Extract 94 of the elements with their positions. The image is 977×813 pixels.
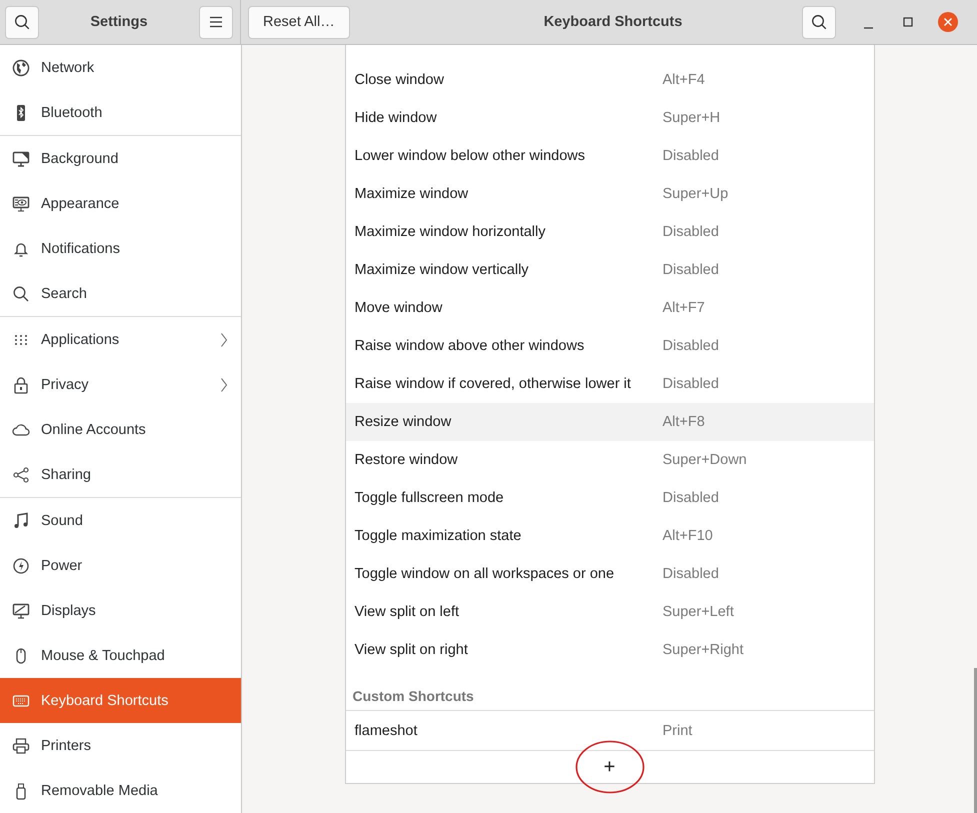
shortcut-keys: Super+Left (662, 604, 864, 620)
shortcut-name: Hide window (354, 110, 438, 126)
shortcut-name: Lower window below other windows (354, 148, 586, 164)
shortcut-name: Move window (354, 300, 444, 316)
shortcut-row[interactable]: Maximize window Super+Up (346, 175, 874, 213)
shortcut-name: Toggle maximization state (354, 528, 522, 544)
shortcut-keys: Super+Down (662, 452, 864, 468)
sidebar-item[interactable]: Displays (0, 588, 241, 633)
sidebar-item[interactable]: Sharing (0, 452, 241, 497)
printer-icon (12, 736, 30, 754)
shortcut-keys: Super+Up (662, 186, 864, 202)
add-shortcut-button[interactable]: + (600, 756, 620, 778)
shortcut-row[interactable]: Resize window Alt+F8 (346, 403, 874, 441)
scrollbar[interactable] (974, 668, 977, 813)
sidebar-item[interactable]: Background (0, 136, 241, 181)
shortcut-row[interactable]: Maximize window vertically Disabled (346, 251, 874, 289)
menu-icon (208, 16, 223, 28)
shortcut-row[interactable]: Toggle maximization state Alt+F10 (346, 517, 874, 555)
page-title: Keyboard Shortcuts (542, 14, 682, 30)
sidebar-item[interactable]: Privacy (0, 362, 241, 407)
shortcut-row[interactable]: Maximize window horizontally Disabled (346, 213, 874, 251)
maximize-icon (903, 17, 913, 27)
shortcut-keys: Print (662, 722, 864, 738)
shortcut-keys: Disabled (662, 224, 864, 240)
app-title: Settings (90, 14, 148, 30)
sidebar-item[interactable]: Notifications (0, 226, 241, 271)
shortcut-name: Maximize window horizontally (354, 224, 546, 240)
sidebar-item[interactable]: Applications (0, 317, 241, 362)
shortcut-keys: Alt+F7 (662, 300, 864, 316)
sidebar-item[interactable]: Search (0, 271, 241, 316)
shortcut-name: View split on left (354, 604, 460, 620)
sidebar-item[interactable]: Mouse & Touchpad (0, 633, 241, 678)
shortcut-keys: Disabled (662, 566, 864, 582)
search-button[interactable] (802, 6, 836, 38)
shortcut-name: Toggle window on all workspaces or one (354, 566, 616, 582)
reset-all-button[interactable]: Reset All… (248, 6, 350, 38)
shortcut-name: Restore window (354, 452, 459, 468)
annotation-circle (574, 740, 644, 794)
shortcut-keys: Alt+F4 (662, 72, 864, 88)
shortcut-row[interactable]: Toggle window on all workspaces or one Disabled (346, 555, 874, 593)
search-button[interactable] (5, 6, 39, 38)
sidebar-item[interactable]: Sound (0, 498, 241, 543)
share-icon (12, 466, 30, 484)
search-icon (811, 14, 827, 30)
shortcut-keys: Disabled (662, 376, 864, 392)
shortcut-keys: Alt+F8 (662, 414, 864, 430)
shortcut-row[interactable]: Hide window Super+H (346, 99, 874, 137)
shortcut-row[interactable]: View split on left Super+Left (346, 593, 874, 631)
shortcut-keys: Super+H (662, 110, 864, 126)
shortcut-row[interactable]: Close window Alt+F4 (346, 61, 874, 99)
shortcut-keys: Disabled (662, 490, 864, 506)
monitor-icon (12, 150, 30, 168)
sidebar-item[interactable]: Online Accounts (0, 407, 241, 452)
shortcut-name: Resize window (354, 414, 452, 430)
menu-button[interactable] (198, 6, 233, 38)
display-icon (12, 602, 30, 620)
sidebar-item[interactable]: Appearance (0, 181, 241, 226)
lock-icon (12, 376, 30, 394)
shortcut-name: Maximize window vertically (354, 262, 530, 278)
shortcut-keys: Disabled (662, 338, 864, 354)
sidebar-item[interactable]: Keyboard Shortcuts (0, 678, 241, 723)
monitor-icon (12, 194, 30, 212)
shortcut-row[interactable]: Move window Alt+F7 (346, 289, 874, 327)
sidebar-item[interactable]: Removable Media (0, 768, 241, 813)
close-icon (938, 12, 958, 32)
shortcut-name: Toggle fullscreen mode (354, 490, 505, 506)
sidebar-item[interactable]: Power (0, 543, 241, 588)
globe-icon (12, 58, 30, 76)
shortcut-row[interactable]: flameshot Print (346, 711, 874, 751)
sidebar-item[interactable]: Printers (0, 723, 241, 768)
shortcut-row[interactable]: Lower window below other windows Disabled (346, 137, 874, 175)
power-icon (12, 556, 30, 574)
shortcut-name: flameshot (354, 722, 418, 738)
shortcut-name: View split on right (354, 642, 469, 658)
shortcut-name: Close window (354, 72, 445, 88)
music-note-icon (12, 512, 30, 530)
minimize-icon (864, 27, 872, 29)
shortcut-keys: Super+Right (662, 642, 864, 658)
sidebar-item[interactable]: Network (0, 45, 241, 90)
search-icon (12, 284, 30, 302)
shortcut-keys: Disabled (662, 148, 864, 164)
shortcut-name: Maximize window (354, 186, 470, 202)
shortcut-row[interactable]: Restore window Super+Down (346, 441, 874, 479)
shortcut-row[interactable]: Raise window above other windows Disabled (346, 327, 874, 365)
shortcut-row[interactable]: Raise window if covered, otherwise lower it Disabled (346, 365, 874, 403)
shortcut-keys: Alt+F10 (662, 528, 864, 544)
search-icon (14, 14, 30, 30)
sidebar-item[interactable]: Bluetooth (0, 90, 241, 135)
shortcut-keys: Disabled (662, 262, 864, 278)
shortcut-name: Raise window above other windows (354, 338, 586, 354)
shortcut-row[interactable]: View split on right Super+Right (346, 631, 874, 669)
shortcut-name: Raise window if covered, otherwise lower it (354, 376, 632, 392)
shortcut-row[interactable]: Toggle fullscreen mode Disabled (346, 479, 874, 517)
section-heading: Custom Shortcuts (352, 688, 474, 704)
